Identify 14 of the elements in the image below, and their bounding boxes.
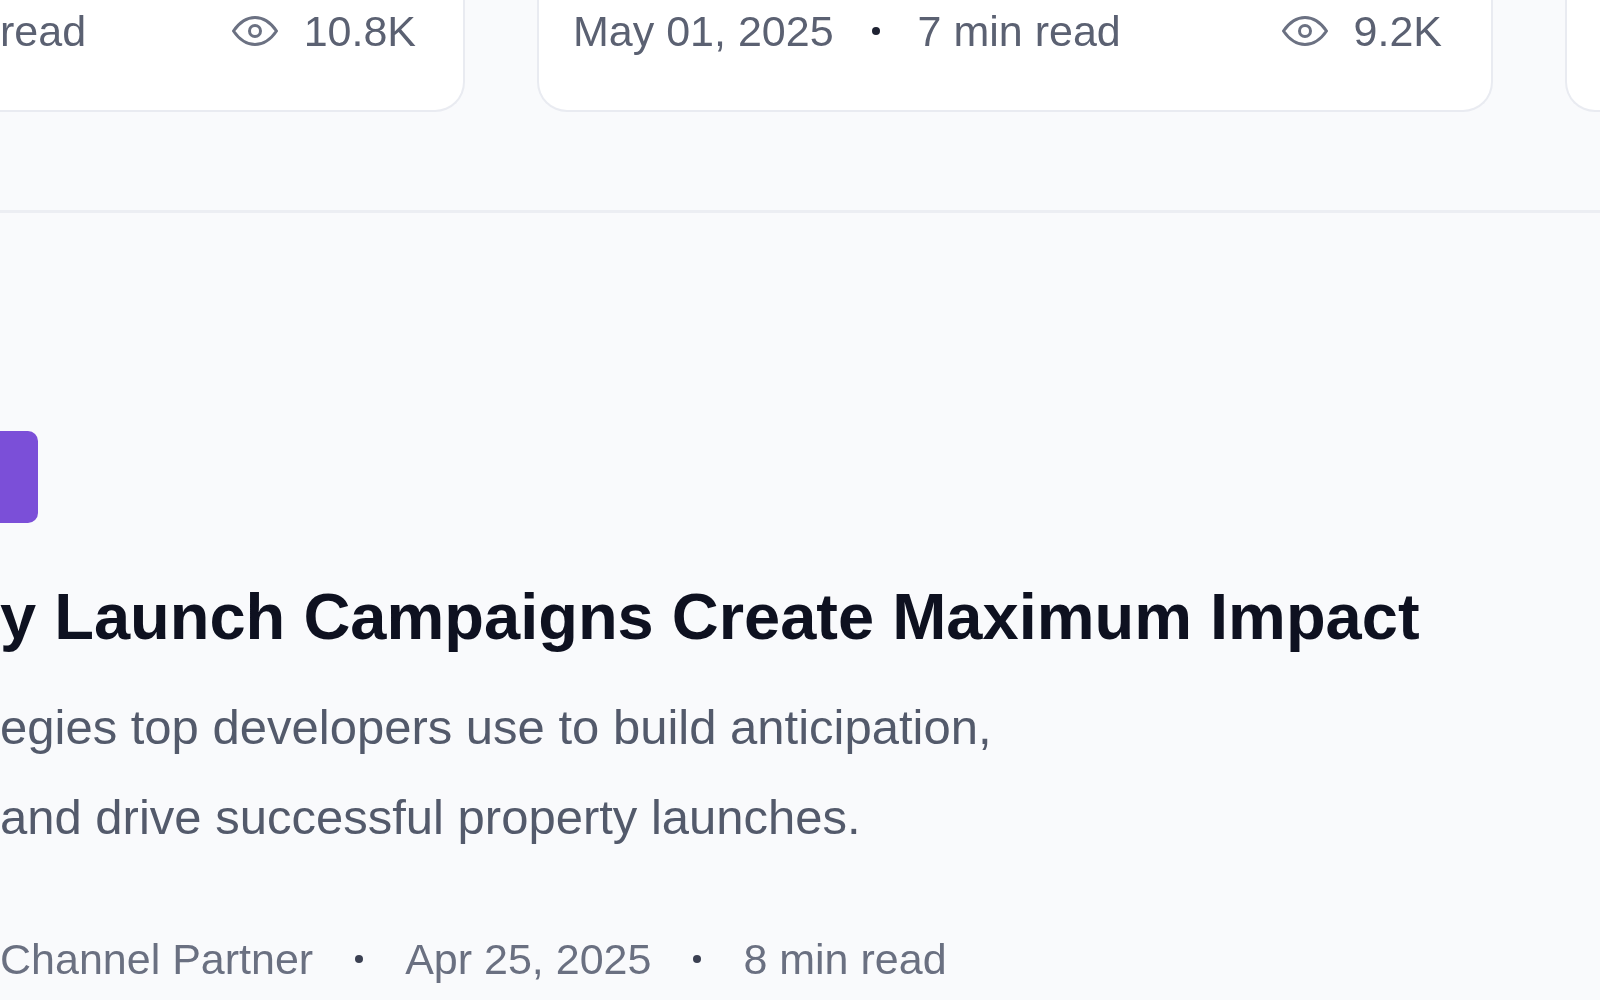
author-name: Channel Partner [0,934,314,985]
view-count: 10.8K [303,6,416,57]
article-card[interactable]: May 01, 2025 7 min read 9.2K [537,0,1493,112]
read-time: read [0,6,87,57]
publish-date: May 01, 2025 [573,6,834,57]
eye-icon [1281,16,1328,46]
article-summary: egies top developers use to build anticipation, and drive successful property launches. [0,699,993,846]
read-time: 8 min read [743,934,947,985]
article-card[interactable]: read 10.8K [0,0,465,112]
view-count: 9.2K [1353,6,1442,57]
read-time: 7 min read [917,6,1121,57]
article-title[interactable]: y Launch Campaigns Create Maximum Impact [0,578,1420,656]
publish-date: Apr 25, 2025 [405,934,652,985]
eye-icon [231,16,278,46]
